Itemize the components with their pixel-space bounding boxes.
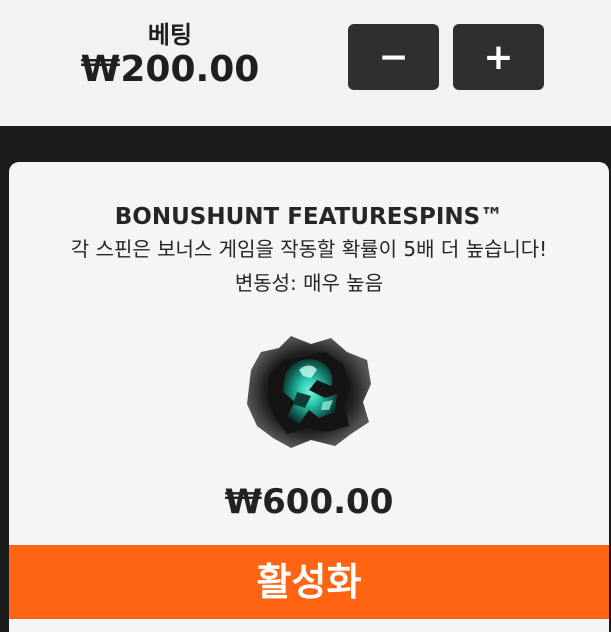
- bet-bar: 베팅 ₩200.00 − +: [0, 0, 611, 126]
- rune-stone-icon: [247, 336, 371, 448]
- feature-title: BONUSHUNT FEATURESPINS™: [114, 204, 504, 230]
- feature-description: 각 스핀은 보너스 게임을 작동할 확률이 5배 더 높습니다!: [70, 237, 548, 261]
- feature-price: ₩600.00: [224, 482, 394, 522]
- minus-icon: −: [378, 36, 409, 78]
- feature-volatility: 변동성: 매우 높음: [234, 271, 384, 295]
- decrease-bet-button[interactable]: −: [348, 24, 439, 90]
- increase-bet-button[interactable]: +: [453, 24, 544, 90]
- bet-label: 베팅: [147, 21, 193, 49]
- bet-amount: ₩200.00: [80, 49, 260, 90]
- plus-icon: +: [483, 36, 514, 78]
- activate-button[interactable]: 활성화: [9, 545, 609, 619]
- bet-display: 베팅 ₩200.00: [80, 20, 260, 90]
